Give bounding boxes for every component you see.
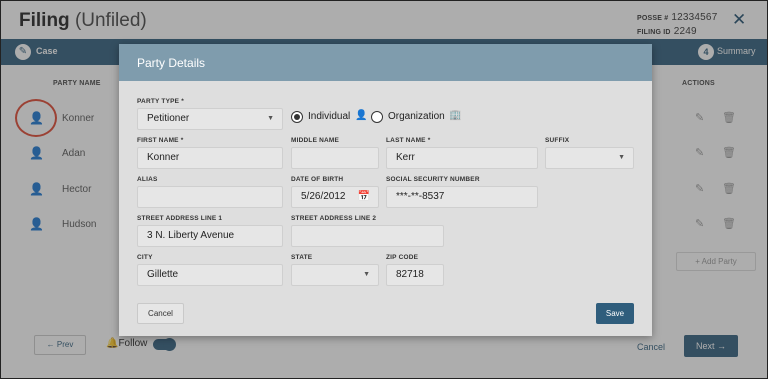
dob-label: DATE OF BIRTH	[291, 176, 344, 183]
radio-organization[interactable]	[371, 111, 383, 123]
ssn-label: SOCIAL SECURITY NUMBER	[386, 176, 480, 183]
state-select[interactable]: ▼	[291, 264, 379, 286]
modal-header: Party Details	[119, 44, 652, 81]
addr2-label: STREET ADDRESS LINE 2	[291, 215, 377, 222]
alias-field[interactable]	[137, 186, 283, 208]
radio-individual[interactable]	[291, 111, 303, 123]
city-field[interactable]: Gillette	[137, 264, 283, 286]
last-name-field[interactable]: Kerr	[386, 147, 538, 169]
addr1-label: STREET ADDRESS LINE 1	[137, 215, 223, 222]
modal-save-button[interactable]: Save	[596, 303, 634, 324]
middle-name-field[interactable]	[291, 147, 379, 169]
caret-down-icon: ▼	[363, 271, 370, 278]
addr2-field[interactable]	[291, 225, 444, 247]
modal-cancel-button[interactable]: Cancel	[137, 303, 184, 324]
radio-individual-label[interactable]: Individual	[308, 111, 350, 122]
filing-page: Filing (Unfiled) POSSE #12334567 FILING …	[0, 0, 768, 379]
city-label: CITY	[137, 254, 153, 261]
dob-value: 5/26/2012	[301, 191, 346, 202]
suffix-select[interactable]: ▼	[545, 147, 634, 169]
radio-organization-label[interactable]: Organization	[388, 111, 445, 122]
person-icon: 👤	[355, 110, 368, 121]
first-name-label: FIRST NAME *	[137, 137, 184, 144]
party-type-value: Petitioner	[147, 113, 190, 124]
dob-field[interactable]: 5/26/2012 📅	[291, 186, 379, 208]
first-name-field[interactable]: Konner	[137, 147, 283, 169]
last-name-label: LAST NAME *	[386, 137, 431, 144]
zip-label: ZIP CODE	[386, 254, 419, 261]
suffix-label: SUFFIX	[545, 137, 570, 144]
party-type-select[interactable]: Petitioner ▼	[137, 108, 283, 130]
state-label: STATE	[291, 254, 313, 261]
zip-field[interactable]: 82718	[386, 264, 444, 286]
alias-label: ALIAS	[137, 176, 158, 183]
calendar-icon[interactable]: 📅	[358, 187, 370, 207]
modal-title: Party Details	[137, 56, 206, 70]
caret-down-icon: ▼	[267, 115, 274, 122]
party-details-modal: Party Details PARTY TYPE * Petitioner ▼ …	[119, 44, 652, 336]
addr1-field[interactable]: 3 N. Liberty Avenue	[137, 225, 283, 247]
party-type-label: PARTY TYPE *	[137, 98, 184, 105]
middle-name-label: MIDDLE NAME	[291, 137, 340, 144]
ssn-field[interactable]: ***-**-8537	[386, 186, 538, 208]
caret-down-icon: ▼	[618, 154, 625, 161]
building-icon: 🏢	[449, 110, 462, 121]
